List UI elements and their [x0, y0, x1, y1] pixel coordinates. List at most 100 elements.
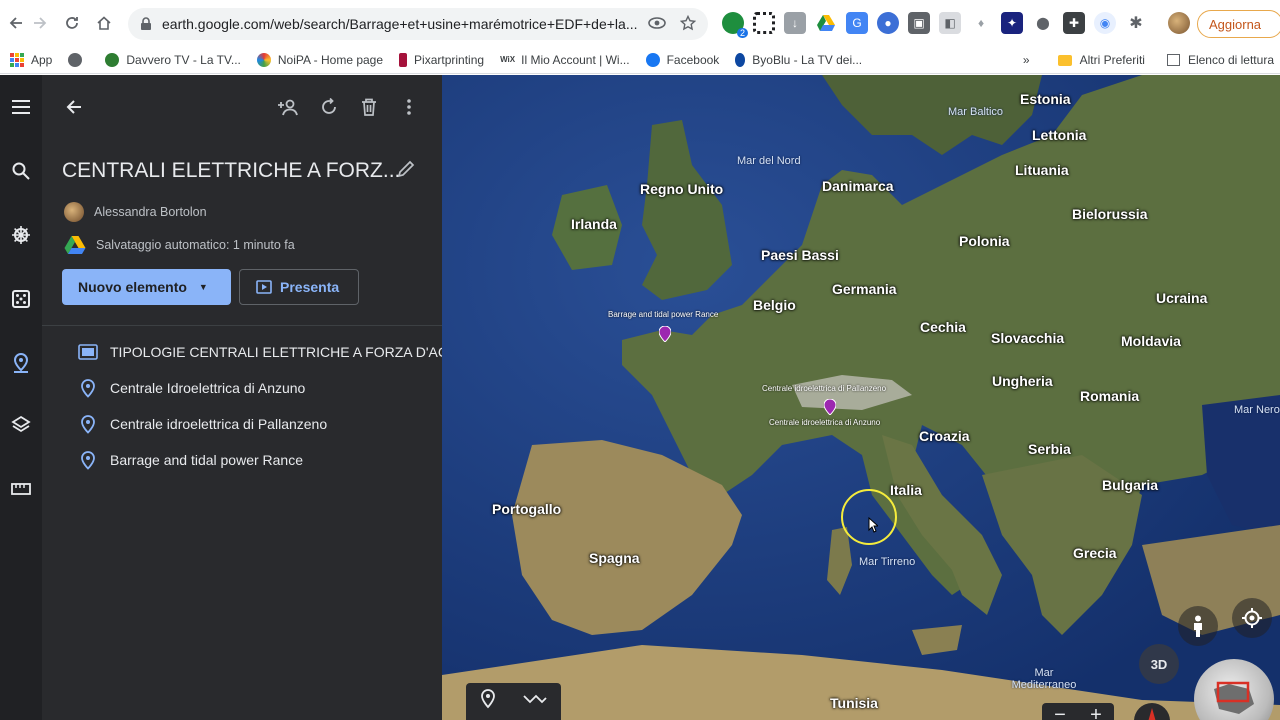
map-label-country: Bulgaria: [1102, 477, 1159, 493]
home-button[interactable]: [88, 7, 120, 39]
present-button[interactable]: Presenta: [239, 269, 359, 305]
menu-button[interactable]: [0, 89, 42, 125]
delete-button[interactable]: [351, 89, 387, 125]
bookmark-apps[interactable]: App: [4, 48, 58, 72]
address-bar[interactable]: earth.google.com/web/search/Barrage+et+u…: [128, 8, 708, 40]
update-button[interactable]: Aggiorna: [1197, 10, 1280, 38]
map-label-country: Tunisia: [830, 695, 878, 711]
extension-blue-icon[interactable]: ●: [877, 12, 899, 34]
location-pin-icon[interactable]: ⬤: [1032, 12, 1054, 34]
earth-map-view[interactable]: Estonia Lettonia Lituania Regno Unito Da…: [442, 75, 1280, 720]
zoom-controls: − +: [1042, 703, 1114, 720]
bookmark-wix[interactable]: WiX Il Mio Account | Wi...: [494, 48, 636, 72]
draw-line-button[interactable]: [523, 692, 547, 711]
star-bookmark-icon[interactable]: [679, 14, 697, 35]
bookmark-facebook[interactable]: Facebook: [640, 48, 726, 72]
feature-item-anzuno[interactable]: Centrale Idroelettrica di Anzuno: [78, 376, 305, 400]
map-label-sea: Mar Nero: [1234, 404, 1280, 416]
translate-icon[interactable]: G: [846, 12, 868, 34]
bookmark-noipa[interactable]: NoiPA - Home page: [251, 48, 389, 72]
polyline-icon: [523, 694, 547, 704]
browser-toolbar: earth.google.com/web/search/Barrage+et+u…: [0, 0, 1280, 46]
satellite-imagery: [442, 75, 1280, 720]
feature-item-pallanzeno[interactable]: Centrale idroelettrica di Pallanzeno: [78, 412, 327, 436]
map-style-button[interactable]: [0, 407, 42, 443]
arrow-right-icon: [34, 17, 47, 29]
dice-icon: [12, 290, 30, 308]
voyager-button[interactable]: [0, 217, 42, 253]
placemark-pin-pallanzeno[interactable]: [824, 399, 836, 415]
bookmark-byoblu[interactable]: ByoBlu - La TV dei...: [729, 48, 868, 72]
bookmark-globe[interactable]: [62, 48, 95, 72]
reload-button[interactable]: [56, 7, 88, 39]
add-person-icon: [278, 99, 298, 116]
map-label-country: Croazia: [919, 428, 970, 444]
extension-circle-icon[interactable]: ◉: [1094, 12, 1116, 34]
map-label-country: Lituania: [1015, 162, 1069, 178]
google-earth-app: CENTRALI ELETTRICHE A FORZ... Alessandra…: [0, 75, 1280, 720]
play-slideshow-icon: [256, 280, 272, 294]
more-options-button[interactable]: [391, 89, 427, 125]
google-drive-icon[interactable]: [815, 12, 837, 34]
bookmark-pixartprinting[interactable]: Pixartprinting: [393, 48, 490, 72]
feeling-lucky-button[interactable]: [0, 281, 42, 317]
map-label-sea: Mar Baltico: [948, 106, 1004, 118]
edit-title-button[interactable]: [396, 159, 416, 184]
search-button[interactable]: [0, 153, 42, 189]
placemark-pin-rance[interactable]: [659, 326, 671, 342]
arrow-left-icon: [9, 17, 22, 29]
extension-mic-icon[interactable]: ♦: [970, 12, 992, 34]
extension-grey-icon[interactable]: ▣: [908, 12, 930, 34]
qr-code-icon[interactable]: [753, 12, 775, 34]
reload-icon: [66, 17, 78, 29]
download-icon[interactable]: ↓: [784, 12, 806, 34]
pixart-icon: [399, 52, 408, 67]
extension-green-icon[interactable]: 2: [722, 12, 748, 38]
pegman-icon: [1194, 615, 1202, 637]
extension-flag-icon[interactable]: ✦: [1001, 12, 1023, 34]
placemark-add-icon: [480, 689, 495, 709]
my-location-button[interactable]: [1232, 598, 1272, 638]
other-bookmarks[interactable]: Altri Preferiti: [1052, 48, 1151, 72]
slide-icon: [78, 344, 98, 360]
pegman-button[interactable]: [1178, 606, 1218, 646]
globe-icon: [68, 52, 83, 67]
layers-icon: [11, 415, 31, 433]
lock-icon: [140, 17, 154, 31]
extension-shield-icon[interactable]: ◧: [939, 12, 961, 34]
share-button[interactable]: [271, 89, 307, 125]
extension-puzzle-blue-icon[interactable]: ✚: [1063, 12, 1085, 34]
map-label-country: Polonia: [959, 233, 1010, 249]
map-label-country: Portogallo: [492, 501, 562, 517]
refresh-icon: [322, 98, 336, 114]
history-button[interactable]: [311, 89, 347, 125]
profile-avatar[interactable]: [1168, 12, 1190, 34]
pencil-icon: [397, 160, 415, 178]
back-button[interactable]: [56, 89, 92, 125]
bookmarks-bar: App Davvero TV - La TV... NoiPA - Home p…: [0, 46, 1280, 74]
reading-list[interactable]: Elenco di lettura: [1161, 48, 1280, 72]
zoom-in-button[interactable]: +: [1090, 704, 1102, 720]
extensions-puzzle-icon[interactable]: ✱: [1125, 12, 1147, 34]
add-placemark-button[interactable]: [480, 689, 496, 714]
measure-button[interactable]: [0, 471, 42, 507]
toggle-3d-button[interactable]: 3D: [1139, 644, 1179, 684]
bookmark-davvero[interactable]: Davvero TV - La TV...: [99, 48, 247, 72]
bookmarks-overflow-button[interactable]: »: [1023, 53, 1030, 67]
new-item-button[interactable]: Nuovo elemento ▼: [62, 269, 231, 305]
map-label-country: Paesi Bassi: [761, 247, 839, 263]
feature-item-slide[interactable]: TIPOLOGIE CENTRALI ELETTRICHE A FORZA D'…: [78, 340, 460, 364]
projects-button[interactable]: [0, 345, 42, 381]
forward-button[interactable]: [24, 7, 56, 39]
feature-item-rance[interactable]: Barrage and tidal power Rance: [78, 448, 303, 472]
project-title[interactable]: CENTRALI ELETTRICHE A FORZ...: [62, 159, 400, 183]
map-label-country: Cechia: [920, 319, 966, 335]
more-vert-icon: [407, 99, 411, 115]
autosave-text: Salvataggio automatico: 1 minuto fa: [96, 237, 295, 252]
map-label-country: Spagna: [589, 550, 640, 566]
zoom-out-button[interactable]: −: [1054, 704, 1066, 720]
eye-icon[interactable]: [648, 15, 666, 35]
owner-avatar: [64, 202, 84, 222]
autosave-status: Salvataggio automatico: 1 minuto fa: [64, 235, 295, 254]
map-label-sea: Mar Mediterraneo: [1011, 667, 1077, 691]
